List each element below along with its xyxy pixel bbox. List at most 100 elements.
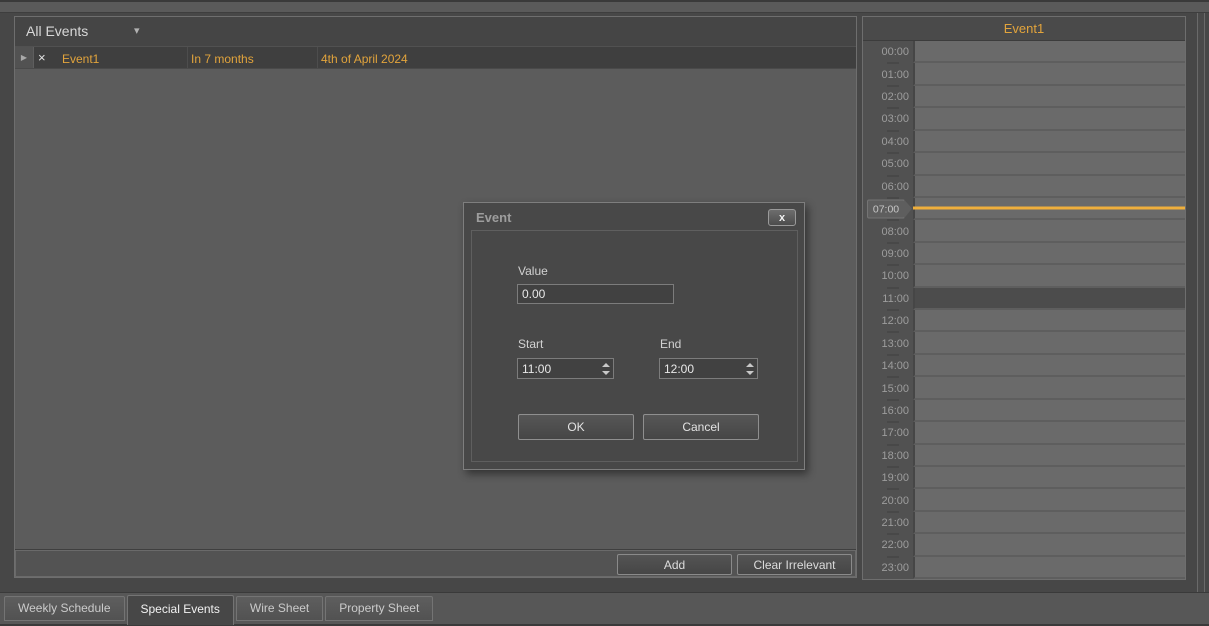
time-label: 14:00 (863, 355, 913, 377)
schedule-title: Event1 (863, 17, 1185, 41)
add-button[interactable]: Add (617, 554, 732, 575)
spin-up-icon[interactable] (746, 363, 754, 367)
time-cell[interactable] (913, 265, 1185, 287)
time-cell[interactable] (913, 332, 1185, 354)
vertical-scrollbar[interactable] (1197, 13, 1205, 626)
time-cell[interactable] (913, 512, 1185, 534)
time-label: 17:00 (863, 422, 913, 444)
current-time-line (913, 207, 1185, 210)
end-time-input[interactable] (660, 359, 742, 378)
end-time-field[interactable] (659, 358, 758, 379)
time-cell[interactable] (913, 198, 1185, 220)
tab-weekly-schedule[interactable]: Weekly Schedule (4, 596, 125, 621)
event-name: Event1 (62, 52, 99, 66)
tab-wire-sheet[interactable]: Wire Sheet (236, 596, 323, 621)
time-row[interactable]: 01:00 (863, 63, 1185, 85)
time-cell[interactable] (913, 534, 1185, 556)
time-label: 01:00 (863, 63, 913, 85)
time-row[interactable]: 13:00 (863, 332, 1185, 354)
time-row[interactable]: 11:00 (863, 288, 1185, 310)
time-cell[interactable] (913, 176, 1185, 198)
event-relative-time: In 7 months (191, 52, 254, 66)
start-time-input[interactable] (518, 359, 598, 378)
cancel-button[interactable]: Cancel (643, 414, 759, 440)
time-row[interactable]: 15:00 (863, 377, 1185, 399)
clear-irrelevant-button[interactable]: Clear Irrelevant (737, 554, 852, 575)
close-icon[interactable]: x (768, 209, 796, 226)
row-expander-cell[interactable]: ▶ (15, 47, 34, 68)
start-time-spinner[interactable] (598, 359, 613, 378)
time-row[interactable]: 16:00 (863, 400, 1185, 422)
column-separator (187, 47, 188, 68)
time-row[interactable]: 18:00 (863, 445, 1185, 467)
time-label: 13:00 (863, 332, 913, 354)
time-cell[interactable] (913, 377, 1185, 399)
time-row[interactable]: 00:00 (863, 41, 1185, 63)
time-cell[interactable] (913, 489, 1185, 511)
start-time-field[interactable] (517, 358, 614, 379)
spin-up-icon[interactable] (602, 363, 610, 367)
time-row[interactable]: 17:00 (863, 422, 1185, 444)
value-label: Value (518, 264, 548, 278)
time-cell[interactable] (913, 220, 1185, 242)
time-cell[interactable] (913, 86, 1185, 108)
events-filter-bar[interactable]: All Events ▾ (15, 17, 856, 46)
time-cell[interactable] (913, 445, 1185, 467)
time-row[interactable]: 19:00 (863, 467, 1185, 489)
spin-down-icon[interactable] (602, 371, 610, 375)
time-row[interactable]: 21:00 (863, 512, 1185, 534)
tab-special-events[interactable]: Special Events (127, 595, 234, 625)
time-cell[interactable] (913, 310, 1185, 332)
time-row[interactable]: 04:00 (863, 131, 1185, 153)
time-label: 08:00 (863, 220, 913, 242)
time-row[interactable]: 22:00 (863, 534, 1185, 556)
event-date: 4th of April 2024 (321, 52, 408, 66)
value-input[interactable] (517, 284, 674, 304)
end-time-spinner[interactable] (742, 359, 757, 378)
time-label: 18:00 (863, 445, 913, 467)
time-row[interactable]: 09:00 (863, 243, 1185, 265)
current-time-bubble: 07:00 (867, 200, 905, 219)
time-cell[interactable] (913, 557, 1185, 579)
ok-button[interactable]: OK (518, 414, 634, 440)
time-cell[interactable] (913, 243, 1185, 265)
time-row[interactable]: 05:00 (863, 153, 1185, 175)
time-cell[interactable] (913, 153, 1185, 175)
time-cell[interactable] (913, 400, 1185, 422)
event-list-row[interactable]: ▶ × Event1 In 7 months 4th of April 2024 (15, 46, 856, 69)
events-filter-label[interactable]: All Events (26, 23, 88, 39)
expander-arrow-icon[interactable]: ▶ (21, 53, 27, 62)
chevron-down-icon[interactable]: ▾ (134, 24, 140, 37)
time-label: 10:00 (863, 265, 913, 287)
time-row[interactable]: 20:00 (863, 489, 1185, 511)
tab-property-sheet[interactable]: Property Sheet (325, 596, 433, 621)
time-cell[interactable] (913, 288, 1185, 310)
time-label: 00:00 (863, 41, 913, 63)
time-cell[interactable] (913, 108, 1185, 130)
time-label: 16:00 (863, 400, 913, 422)
event-dialog: Event x Value Start End OK Cancel (463, 202, 805, 470)
time-row[interactable]: 06:00 (863, 176, 1185, 198)
time-label: 06:00 (863, 176, 913, 198)
time-label: 05:00 (863, 153, 913, 175)
time-cell[interactable] (913, 41, 1185, 63)
events-footer-bar: Add Clear Irrelevant (15, 550, 856, 577)
time-row[interactable]: 10:00 (863, 265, 1185, 287)
time-cell[interactable] (913, 467, 1185, 489)
time-cell[interactable] (913, 355, 1185, 377)
time-row[interactable]: 12:00 (863, 310, 1185, 332)
spin-down-icon[interactable] (746, 371, 754, 375)
time-label: 21:00 (863, 512, 913, 534)
time-row[interactable]: 14:00 (863, 355, 1185, 377)
remove-event-icon[interactable]: × (38, 50, 46, 65)
window-top-strip (0, 0, 1209, 13)
time-row[interactable]: 08:00 (863, 220, 1185, 242)
time-cell[interactable] (913, 63, 1185, 85)
time-cell[interactable] (913, 422, 1185, 444)
time-row[interactable]: 23:00 (863, 557, 1185, 579)
time-row[interactable]: 07:0007:00 (863, 198, 1185, 220)
time-cell[interactable] (913, 131, 1185, 153)
time-label: 02:00 (863, 86, 913, 108)
time-row[interactable]: 03:00 (863, 108, 1185, 130)
time-row[interactable]: 02:00 (863, 86, 1185, 108)
